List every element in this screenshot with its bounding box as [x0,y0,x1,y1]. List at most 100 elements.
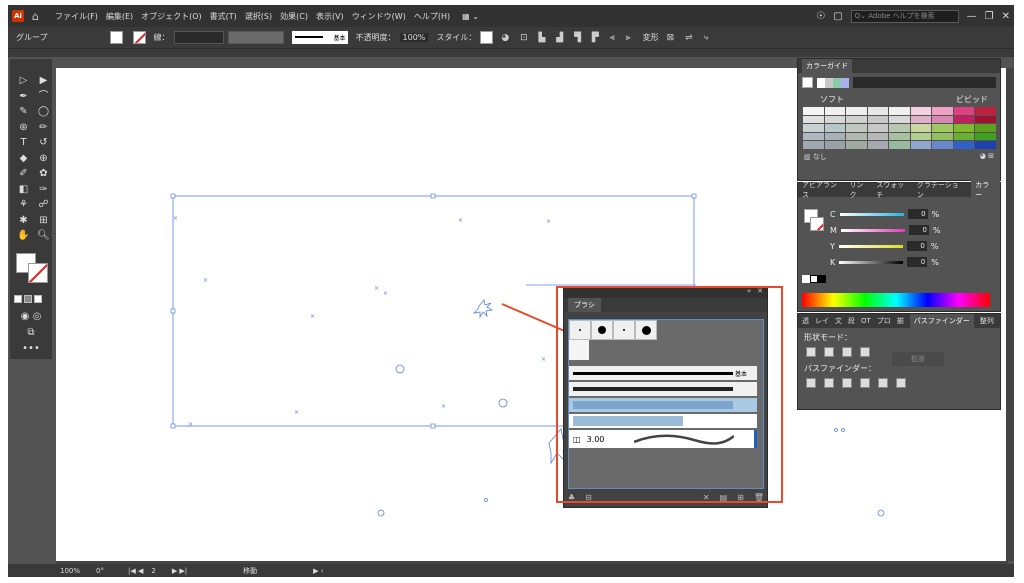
tab-pathfinder-panel-2[interactable]: 文 [835,316,842,326]
variation-swatch[interactable] [803,132,824,140]
symbol-tool-icon[interactable]: ✿ [35,166,52,182]
variation-swatch[interactable] [889,107,910,115]
variation-swatch[interactable] [803,124,824,132]
variation-swatch[interactable] [910,124,931,132]
transform-link[interactable]: 変形 [643,32,659,43]
variation-swatch[interactable] [889,124,910,132]
variation-swatch[interactable] [932,115,953,123]
color-stroke-box[interactable] [810,217,824,231]
graphic-style-swatch[interactable] [480,31,494,44]
stroke-box[interactable] [28,263,48,283]
variation-swatch[interactable] [953,124,974,132]
channel-value-field[interactable]: 0 [907,257,928,267]
tab-color-panel-0[interactable]: アピアランス [802,180,843,200]
variation-swatch[interactable] [824,141,845,149]
page-number[interactable]: 2 [151,567,155,575]
menu-effect[interactable]: 効果(C) [280,11,308,22]
fill-swatch[interactable] [109,31,123,44]
channel-slider[interactable] [840,228,905,232]
menu-edit[interactable]: 編集(E) [106,11,133,22]
close-button[interactable]: ✕ [1002,11,1010,22]
tab-pathfinder-panel-8[interactable]: 整列 [980,316,994,326]
tab-pathfinder-panel-1[interactable]: レイ [815,316,829,326]
channel-slider[interactable] [839,260,904,264]
variation-swatch[interactable] [824,124,845,132]
workspace-switcher-icon[interactable]: ▦ ⌄ [462,12,479,21]
variation-swatch[interactable] [846,124,867,132]
eyedropper-tool-icon[interactable]: ✐ [15,166,32,182]
channel-value-field[interactable]: 0 [906,241,927,251]
menu-file[interactable]: ファイル(F) [55,11,98,22]
variation-swatch[interactable] [932,141,953,149]
menu-type[interactable]: 書式(T) [210,11,237,22]
tab-color-panel-1[interactable]: リンク [849,180,870,200]
pin-tool-icon[interactable]: ✱ [15,213,32,229]
variation-swatch[interactable] [803,107,824,115]
variation-swatch[interactable] [889,132,910,140]
variation-swatch[interactable] [846,115,867,123]
pathfinder-buttons[interactable] [798,376,1000,390]
variation-swatch[interactable] [803,115,824,123]
type-tool-icon[interactable]: T [15,135,32,151]
tab-pathfinder-panel-0[interactable]: 透 [802,316,809,326]
variation-swatch[interactable] [953,115,974,123]
fill-stroke-control[interactable] [14,253,50,289]
harmony-swatch[interactable] [833,77,841,88]
ellipse-tool-icon[interactable]: ◯ [35,104,52,120]
harmony-strip[interactable] [817,77,849,88]
blend-tool-icon[interactable]: ⚘ [15,197,32,213]
vertical-scrollbar[interactable] [1006,68,1014,561]
harmony-swatch[interactable] [817,77,825,88]
page-nav-forward-icons[interactable]: ▶ ▶| [172,567,187,575]
blob-tool-icon[interactable]: ✑ [35,182,52,198]
variation-swatch[interactable] [889,115,910,123]
variation-swatch[interactable] [932,124,953,132]
variation-swatch[interactable] [846,107,867,115]
variation-swatch[interactable] [910,115,931,123]
color-mode-buttons[interactable] [14,295,42,303]
color-spectrum[interactable] [802,293,990,307]
home-icon[interactable]: ⌂ [32,10,39,23]
screen-mode-icon[interactable]: ⧉ [16,325,46,341]
variation-swatch[interactable] [867,141,888,149]
restore-button[interactable]: ❐ [985,11,994,22]
zoom-tool-icon[interactable]: 🔍︎ [35,228,52,244]
rotation-value[interactable]: 0° [96,567,104,575]
tab-pathfinder-panel-3[interactable]: 段 [848,316,855,326]
color-variation-grid[interactable] [803,107,1000,149]
pencil-tool-icon[interactable]: ✏ [35,120,52,136]
variation-swatch[interactable] [975,107,996,115]
variation-swatch[interactable] [975,141,996,149]
minimize-button[interactable]: — [967,11,977,22]
lasso-tool-icon[interactable]: ↺ [35,135,52,151]
variation-swatch[interactable] [910,141,931,149]
stroke-weight-field[interactable] [173,31,224,44]
variation-swatch[interactable] [824,115,845,123]
variation-swatch[interactable] [975,115,996,123]
selection-tool-icon[interactable]: ▷ [15,73,32,89]
align-icons[interactable]: ◕ ⊡ ▙ ▟ ▜ ▛ ⫷ ⫸ [501,33,634,43]
variation-swatch[interactable] [846,141,867,149]
variation-swatch[interactable] [867,132,888,140]
menu-object[interactable]: オブジェクト(O) [141,11,202,22]
variation-swatch[interactable] [824,132,845,140]
menu-help[interactable]: ヘルプ(H) [414,11,450,22]
tab-color-panel-4[interactable]: カラー [971,178,1000,202]
more-tools-icon[interactable]: ••• [16,341,46,357]
channel-slider[interactable] [839,212,904,216]
variation-swatch[interactable] [932,132,953,140]
guide-footer-icons[interactable]: ◕ ⊞ [980,152,994,162]
variation-swatch[interactable] [953,141,974,149]
curvature-tool-icon[interactable]: ⌒ [35,89,52,105]
arrange-documents-icon[interactable]: ▢ [833,11,842,22]
paintbrush-tool-icon[interactable]: ✎ [15,104,32,120]
zoom-plus-tool-icon[interactable]: ⊕ [35,151,52,167]
menu-select[interactable]: 選択(S) [245,11,272,22]
expand-button[interactable]: 拡張 [892,352,944,366]
variation-swatch[interactable] [910,132,931,140]
discover-icon[interactable]: ☉ [816,11,825,22]
variation-swatch[interactable] [910,107,931,115]
base-color-swatch[interactable] [802,77,813,88]
menu-window[interactable]: ウィンドウ(W) [352,11,406,22]
width-tool-icon[interactable]: ☍ [35,197,52,213]
